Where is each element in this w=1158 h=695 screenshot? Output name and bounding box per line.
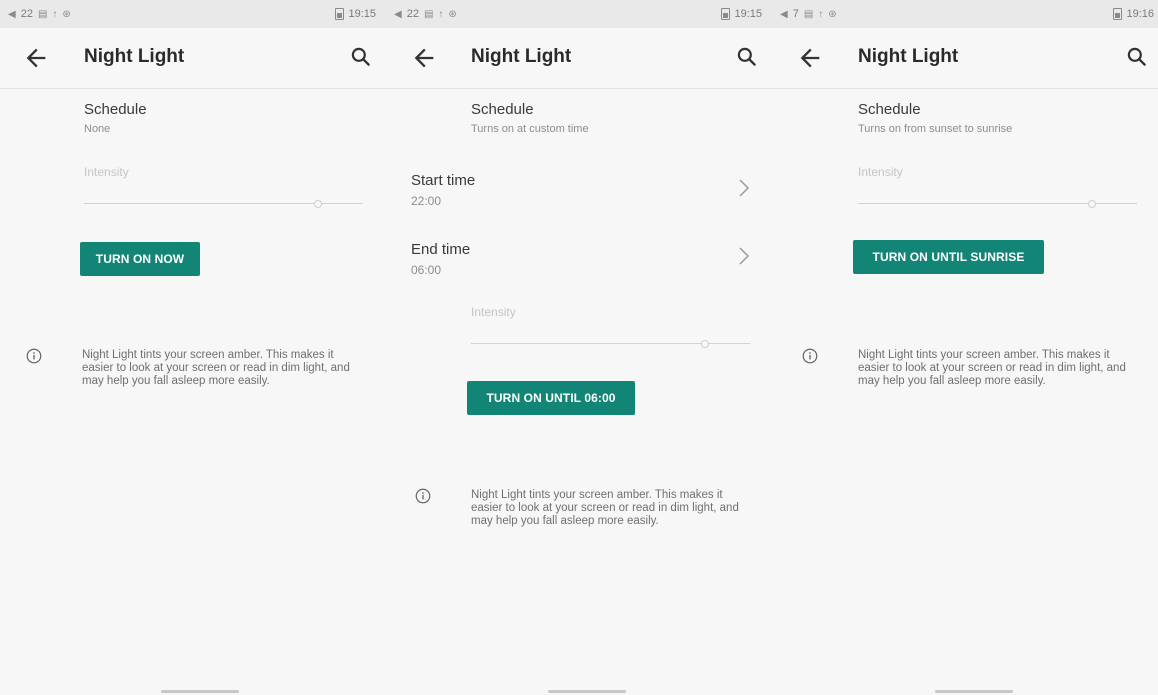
settings-notification-icon: ⊛ bbox=[62, 8, 71, 20]
status-left: ◀ 22 ▤ ↑ ⊛ bbox=[8, 8, 71, 20]
nav-handle[interactable] bbox=[161, 690, 239, 693]
intensity-label: Intensity bbox=[858, 165, 903, 179]
message-icon: ▤ bbox=[803, 8, 814, 20]
slider-thumb[interactable] bbox=[1088, 200, 1096, 208]
start-time-value: 22:00 bbox=[411, 194, 442, 208]
app-bar: Night Light bbox=[386, 28, 772, 88]
slider-thumb[interactable] bbox=[701, 340, 709, 348]
info-text: Night Light tints your screen amber. Thi… bbox=[471, 489, 739, 527]
status-right: 19:15 bbox=[721, 8, 762, 20]
info-text: Night Light tints your screen amber. Thi… bbox=[858, 349, 1126, 387]
search-icon[interactable] bbox=[1124, 44, 1150, 70]
screen-schedule-sunset: ◀ 7 ▤ ↑ ⊛ 19:16 Night Light Schedule Tur… bbox=[772, 0, 1158, 695]
volume-icon: ◀ bbox=[8, 8, 16, 20]
status-time: 19:15 bbox=[348, 8, 376, 20]
upload-icon: ↑ bbox=[818, 8, 824, 20]
notification-count: 7 bbox=[792, 8, 799, 20]
schedule-value: Turns on at custom time bbox=[471, 123, 589, 135]
page-title: Night Light bbox=[84, 46, 185, 67]
appbar-divider bbox=[386, 88, 772, 89]
notification-count: 22 bbox=[20, 8, 33, 20]
info-icon bbox=[415, 488, 431, 504]
end-time-label: End time bbox=[411, 241, 471, 258]
settings-notification-icon: ⊛ bbox=[448, 8, 457, 20]
status-right: 19:15 bbox=[335, 8, 376, 20]
intensity-label: Intensity bbox=[471, 305, 516, 319]
arrow-left-icon[interactable] bbox=[410, 44, 438, 72]
end-time-value: 06:00 bbox=[411, 263, 442, 277]
volume-icon: ◀ bbox=[394, 8, 402, 20]
schedule-value: None bbox=[84, 123, 111, 135]
schedule-label[interactable]: Schedule bbox=[858, 101, 921, 118]
intensity-slider[interactable] bbox=[84, 198, 363, 208]
upload-icon: ↑ bbox=[438, 8, 444, 20]
appbar-divider bbox=[0, 88, 386, 89]
app-bar: Night Light bbox=[0, 28, 386, 88]
schedule-label[interactable]: Schedule bbox=[84, 101, 147, 118]
screen-schedule-none: ◀ 22 ▤ ↑ ⊛ 19:15 Night Light Schedule No… bbox=[0, 0, 386, 695]
status-left: ◀ 7 ▤ ↑ ⊛ bbox=[780, 8, 837, 20]
info-icon bbox=[802, 348, 818, 364]
battery-icon bbox=[721, 8, 731, 20]
intensity-slider[interactable] bbox=[858, 198, 1137, 208]
turn-on-until-sunrise-button[interactable]: TURN ON UNTIL SUNRISE bbox=[853, 240, 1044, 274]
status-time: 19:15 bbox=[734, 8, 762, 20]
app-bar: Night Light bbox=[772, 28, 1158, 88]
schedule-label[interactable]: Schedule bbox=[471, 101, 534, 118]
battery-icon bbox=[335, 8, 345, 20]
slider-thumb[interactable] bbox=[314, 200, 322, 208]
status-bar: ◀ 22 ▤ ↑ ⊛ 19:15 bbox=[0, 0, 386, 28]
upload-icon: ↑ bbox=[52, 8, 58, 20]
status-bar: ◀ 7 ▤ ↑ ⊛ 19:16 bbox=[772, 0, 1158, 28]
status-bar: ◀ 22 ▤ ↑ ⊛ 19:15 bbox=[386, 0, 772, 28]
nav-handle[interactable] bbox=[548, 690, 626, 693]
status-time: 19:16 bbox=[1126, 8, 1154, 20]
page-title: Night Light bbox=[858, 46, 959, 67]
nav-handle[interactable] bbox=[935, 690, 1013, 693]
screen-schedule-custom: ◀ 22 ▤ ↑ ⊛ 19:15 Night Light Schedule Tu… bbox=[386, 0, 772, 695]
info-text: Night Light tints your screen amber. Thi… bbox=[82, 349, 350, 387]
chevron-right-icon bbox=[739, 179, 750, 197]
search-icon[interactable] bbox=[348, 44, 374, 70]
arrow-left-icon[interactable] bbox=[796, 44, 824, 72]
status-left: ◀ 22 ▤ ↑ ⊛ bbox=[394, 8, 457, 20]
chevron-right-icon bbox=[739, 247, 750, 265]
schedule-value: Turns on from sunset to sunrise bbox=[858, 123, 1013, 135]
status-right: 19:16 bbox=[1113, 8, 1154, 20]
intensity-slider[interactable] bbox=[471, 338, 750, 348]
message-icon: ▤ bbox=[37, 8, 48, 20]
appbar-divider bbox=[772, 88, 1158, 89]
settings-notification-icon: ⊛ bbox=[828, 8, 837, 20]
arrow-left-icon[interactable] bbox=[22, 44, 50, 72]
search-icon[interactable] bbox=[734, 44, 760, 70]
screens-container: ◀ 22 ▤ ↑ ⊛ 19:15 Night Light Schedule No… bbox=[0, 0, 1158, 695]
battery-icon bbox=[1113, 8, 1123, 20]
turn-on-now-button[interactable]: TURN ON NOW bbox=[80, 242, 200, 276]
volume-icon: ◀ bbox=[780, 8, 788, 20]
start-time-label: Start time bbox=[411, 172, 476, 189]
info-icon bbox=[26, 348, 42, 364]
turn-on-until-0600-button[interactable]: TURN ON UNTIL 06:00 bbox=[467, 381, 635, 415]
notification-count: 22 bbox=[406, 8, 419, 20]
intensity-label: Intensity bbox=[84, 165, 129, 179]
message-icon: ▤ bbox=[423, 8, 434, 20]
page-title: Night Light bbox=[471, 46, 572, 67]
